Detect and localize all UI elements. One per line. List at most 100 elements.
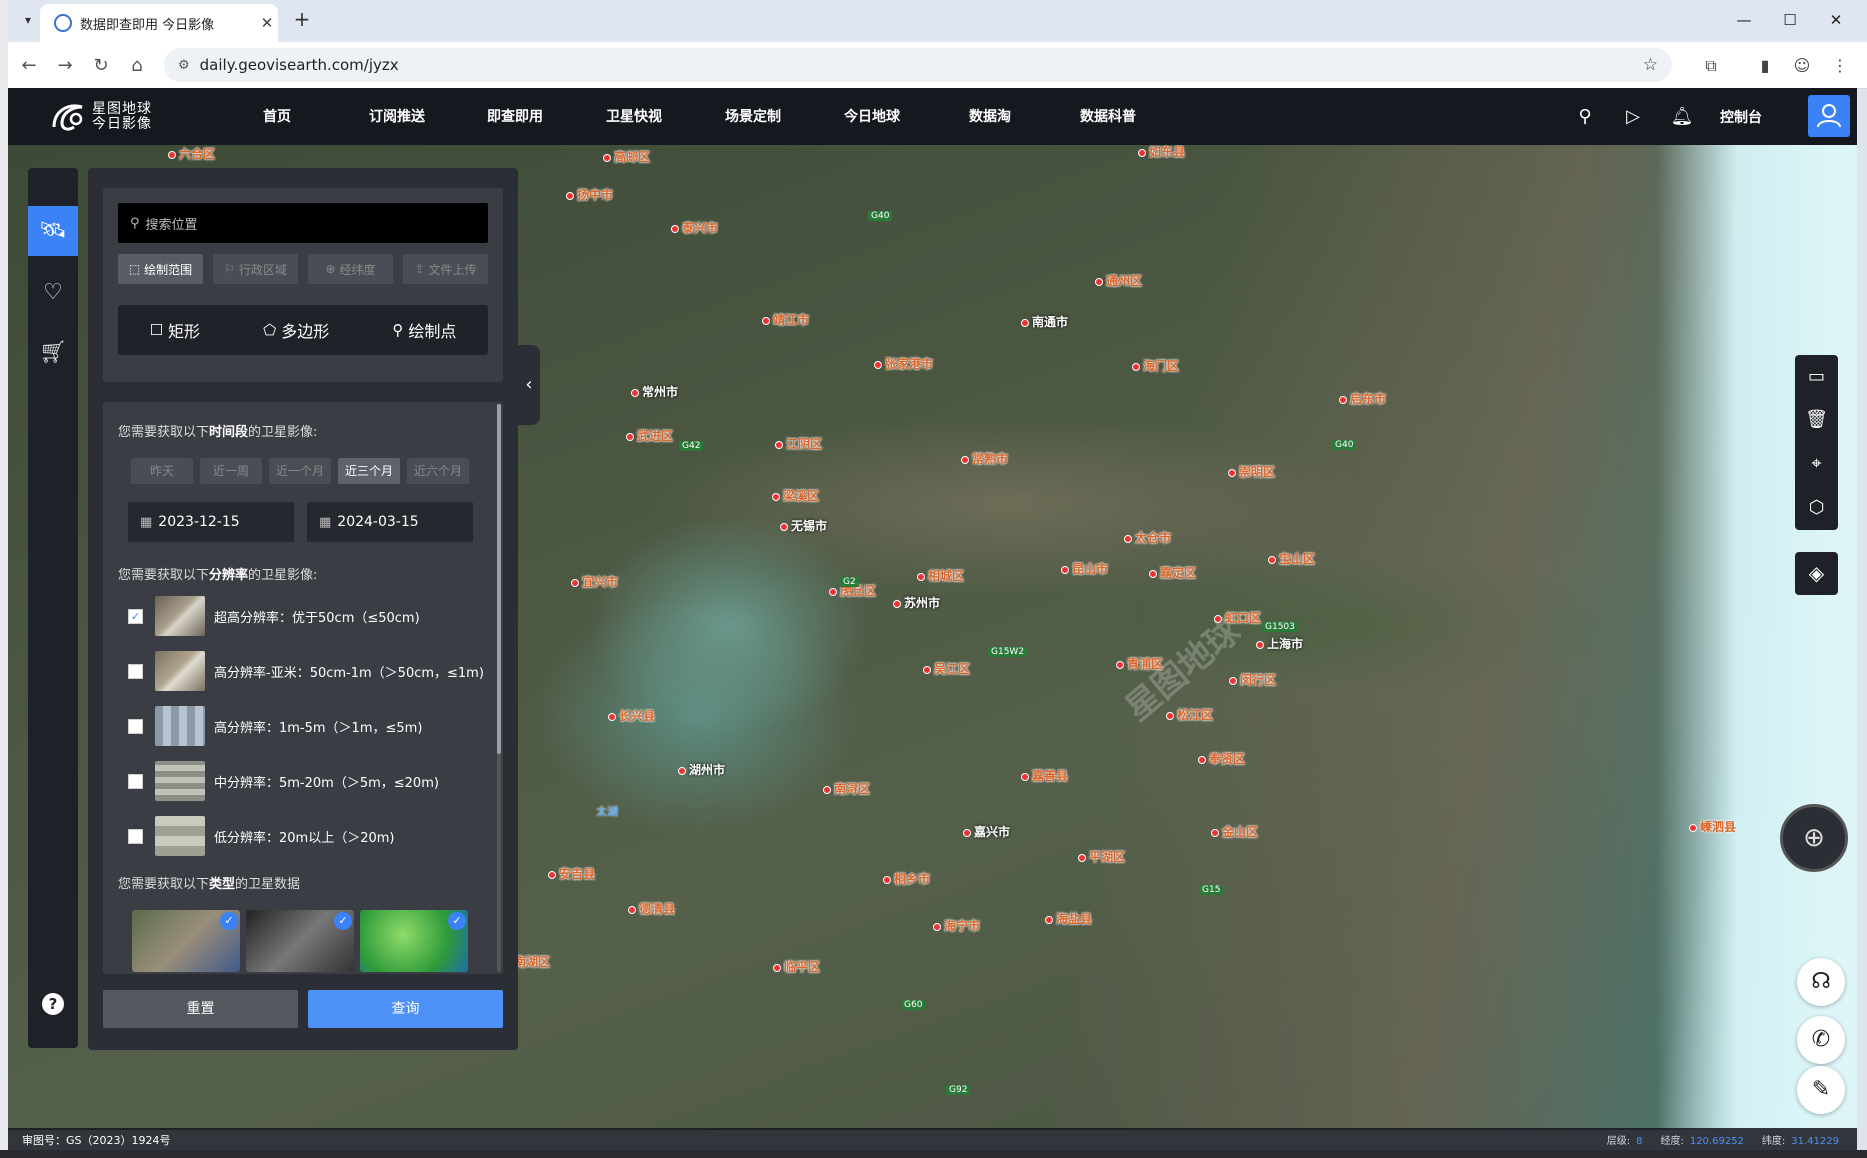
locate-icon[interactable]: ⌖	[1795, 442, 1838, 485]
search-placeholder: 搜索位置	[145, 217, 198, 233]
rectangle-tool[interactable]: ☐ 矩形	[150, 318, 200, 342]
city-label: 海门区	[1132, 357, 1179, 374]
home-icon[interactable]: ⌂	[124, 53, 150, 79]
maximize-icon[interactable]: ☐	[1768, 6, 1812, 34]
help-icon[interactable]: ?	[42, 993, 64, 1015]
city-label: 金山区	[1211, 823, 1258, 840]
taskbar-strip	[0, 1150, 1867, 1158]
user-button[interactable]	[1808, 95, 1850, 137]
checkbox[interactable]: ✓	[128, 608, 143, 624]
range-week[interactable]: 近一周	[200, 458, 262, 484]
cube-icon[interactable]: ⬡	[1795, 486, 1838, 529]
resolution-option[interactable]: ✓ 超高分辨率：优于50cm（≤50cm)	[128, 595, 498, 637]
reload-icon[interactable]: ↻	[88, 53, 114, 79]
feedback-icon[interactable]: ✎	[1797, 1066, 1845, 1114]
checkbox[interactable]	[128, 663, 143, 679]
nav-data-science[interactable]: 数据科普	[1080, 106, 1136, 126]
trash-icon[interactable]: 🗑︎	[1795, 398, 1838, 441]
play-circle-icon[interactable]: ▷	[1620, 104, 1646, 130]
checkbox[interactable]	[128, 718, 143, 734]
site-info-icon[interactable]: ⚙	[178, 58, 190, 73]
resolution-option[interactable]: 高分辨率-亚米：50cm-1m（＞50cm，≤1m)	[128, 650, 498, 692]
pin-icon: ⚲	[392, 321, 404, 339]
nav-data-market[interactable]: 数据淘	[969, 106, 1011, 126]
nav-scene-custom[interactable]: 场景定制	[725, 106, 781, 126]
mode-admin-region[interactable]: ⚐ 行政区域	[213, 254, 298, 284]
nav-home[interactable]: 首页	[263, 106, 291, 126]
close-window-icon[interactable]: ✕	[1814, 6, 1858, 34]
tab-title: 数据即查即用 今日影像	[80, 17, 215, 33]
range-month[interactable]: 近一个月	[269, 458, 331, 484]
resolution-label: 中分辨率：5m-20m（＞5m，≤20m)	[214, 775, 439, 791]
end-date-field[interactable]: ▦ 2024-03-15	[307, 502, 473, 542]
browser-tab[interactable]: 数据即查即用 今日影像 ✕	[40, 4, 278, 42]
collapse-panel-button[interactable]: ‹	[518, 345, 540, 425]
nav-instant[interactable]: 即查即用	[487, 106, 543, 126]
map-watermark: 星图地球	[1118, 610, 1248, 730]
side-panel-icon[interactable]: ▮	[1751, 52, 1779, 80]
city-label: 嘉兴市	[963, 823, 1010, 840]
start-date-field[interactable]: ▦ 2023-12-15	[128, 502, 294, 542]
point-tool[interactable]: ⚲ 绘制点	[392, 318, 456, 342]
close-tab-icon[interactable]: ✕	[256, 14, 278, 32]
new-tab-button[interactable]: +	[290, 8, 314, 32]
shape-label: 多边形	[281, 322, 330, 341]
type-sar-thumbnail[interactable]: ✓	[246, 910, 354, 972]
back-icon[interactable]: ←	[16, 53, 42, 79]
type-multispectral-thumbnail[interactable]: ✓	[360, 910, 468, 972]
type-optical-thumbnail[interactable]: ✓	[132, 910, 240, 972]
nav-satellite-quickview[interactable]: 卫星快视	[606, 106, 662, 126]
profile-icon[interactable]: ☺	[1788, 52, 1816, 80]
resolution-option[interactable]: 高分辨率：1m-5m（＞1m，≤5m)	[128, 705, 498, 747]
city-label: 南浔区	[823, 780, 870, 797]
range-three-months[interactable]: 近三个月	[338, 458, 400, 484]
mode-file-upload[interactable]: ⇪ 文件上传	[403, 254, 488, 284]
tab-search-icon[interactable]: ▾	[18, 10, 38, 30]
nav-subscribe[interactable]: 订阅推送	[369, 106, 425, 126]
extensions-icon[interactable]: ⧉	[1697, 52, 1725, 80]
cart-icon[interactable]: 🛒︎	[28, 328, 78, 378]
query-button[interactable]: 查询	[308, 990, 503, 1028]
mode-lat-lng[interactable]: ⊕ 经纬度	[308, 254, 393, 284]
ruler-icon[interactable]: ▭	[1795, 355, 1838, 398]
mode-draw-extent[interactable]: ⬚ 绘制范围	[118, 254, 203, 284]
resolution-option[interactable]: 中分辨率：5m-20m（＞5m，≤20m)	[128, 760, 498, 802]
compass-icon[interactable]: ⊕	[1780, 804, 1848, 872]
polygon-tool[interactable]: ⬠ 多边形	[263, 318, 329, 342]
site-logo[interactable]: 星图地球 今日影像	[48, 96, 168, 138]
minimize-icon[interactable]: —	[1722, 6, 1766, 34]
scrollbar-thumb[interactable]	[497, 404, 501, 754]
checkbox[interactable]	[128, 773, 143, 789]
resolution-option[interactable]: 低分辨率：20m以上（＞20m)	[128, 815, 498, 857]
approval-number: 审图号：GS（2023）1924号	[22, 1134, 171, 1147]
support-headset-icon[interactable]: ☊	[1797, 958, 1845, 1006]
location-pin-icon[interactable]: ⚲	[1572, 104, 1598, 130]
desktop-edge	[0, 0, 8, 1158]
range-yesterday[interactable]: 昨天	[131, 458, 193, 484]
road-label: G2	[840, 577, 859, 587]
city-label: 临平区	[773, 958, 820, 975]
range-six-months[interactable]: 近六个月	[407, 458, 469, 484]
city-label: 宝山区	[1268, 550, 1315, 567]
phone-icon[interactable]: ✆	[1797, 1016, 1845, 1064]
checkbox[interactable]	[128, 828, 143, 844]
heart-icon[interactable]: ♡	[28, 268, 78, 318]
logo-mark-icon	[52, 104, 83, 131]
road-label: G40	[868, 211, 893, 221]
reset-button[interactable]: 重置	[103, 990, 298, 1028]
bell-icon[interactable]: 🔔︎	[1669, 104, 1695, 130]
city-label: 常州市	[631, 383, 678, 400]
nav-today-earth[interactable]: 今日地球	[844, 106, 900, 126]
console-link[interactable]: 控制台	[1720, 107, 1762, 127]
forward-icon[interactable]: →	[52, 53, 78, 79]
city-label: 靖江市	[762, 311, 809, 328]
city-label: 宜兴市	[571, 573, 618, 590]
browser-menu-icon[interactable]: ⋮	[1826, 52, 1854, 80]
layers-icon[interactable]: ◈	[1795, 552, 1838, 595]
satellite-icon[interactable]: 🛰︎	[28, 206, 78, 256]
bookmark-star-icon[interactable]: ☆	[1643, 55, 1658, 75]
city-label: 张家港市	[874, 355, 933, 372]
city-label: 相城区	[917, 567, 964, 584]
search-input[interactable]: ⚲ 搜索位置	[118, 203, 488, 243]
address-bar[interactable]: ⚙ daily.geovisearth.com/jyzx ☆	[164, 48, 1672, 82]
